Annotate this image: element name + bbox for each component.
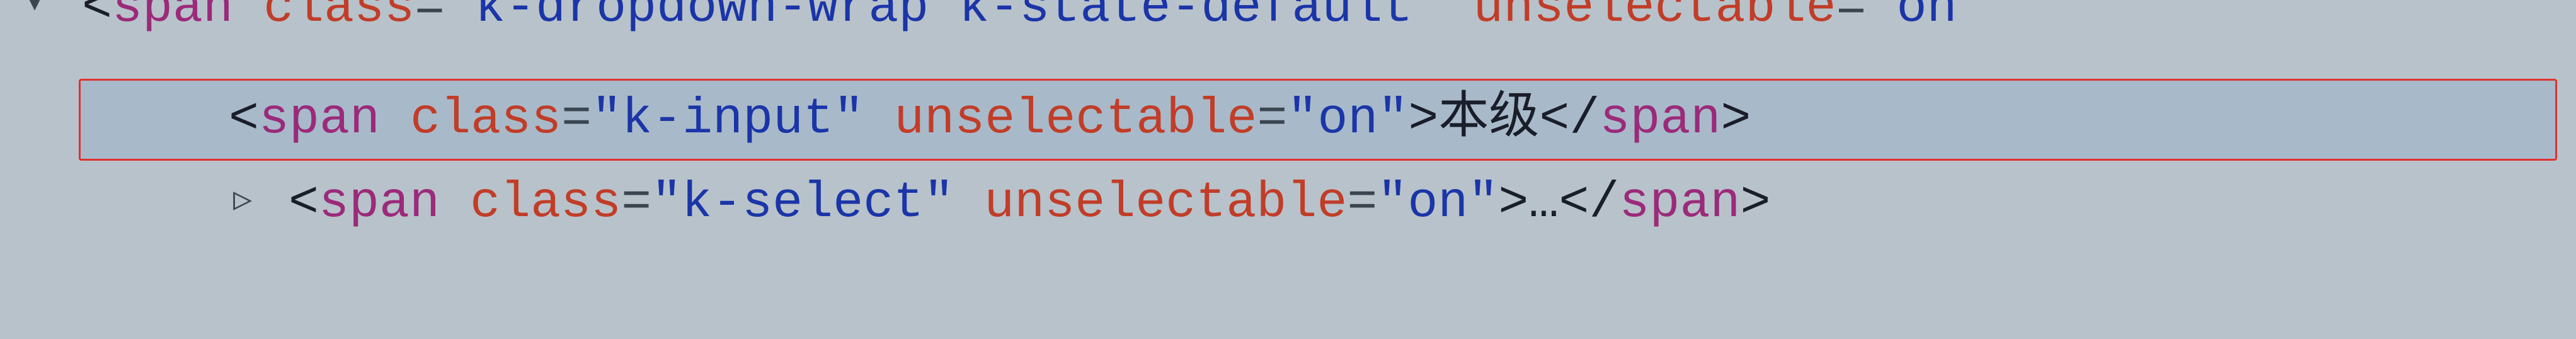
ellipsis-icon[interactable]: … — [1528, 168, 1559, 239]
attr-name: unselectable — [894, 84, 1257, 155]
angle-close: > — [1720, 84, 1751, 155]
equals: = — [621, 168, 651, 239]
html-tag-close: span — [1600, 84, 1720, 155]
code-line-parent[interactable]: ▾ <span class="k-dropdown-wrap k-state-d… — [19, 0, 2576, 44]
expand-arrow-icon[interactable]: ▷ — [227, 180, 258, 224]
html-tag-close: span — [1619, 168, 1740, 239]
html-tag: span — [259, 84, 380, 155]
equals: = — [561, 84, 592, 155]
attr-val: "k-select" — [651, 168, 954, 239]
attr-name: class — [410, 84, 561, 155]
equals: = — [415, 0, 445, 43]
angle-close: > — [1498, 168, 1528, 239]
equals: = — [1347, 168, 1377, 239]
angle-close: > — [1740, 168, 1770, 239]
devtools-code-panel: ▾ <span class="k-dropdown-wrap k-state-d… — [0, 0, 2576, 239]
angle-open: </ — [1559, 168, 1619, 239]
code-line-selected[interactable]: <span class="k-input" unselectable="on">… — [79, 79, 2557, 161]
attr-name: unselectable — [984, 168, 1347, 239]
code-line-sibling[interactable]: ▷ <span class="k-select" unselectable="o… — [19, 167, 2576, 239]
html-tag: span — [112, 0, 233, 43]
attr-val: "k-input" — [592, 84, 864, 155]
angle-open: < — [289, 168, 319, 239]
angle-open: < — [229, 84, 259, 155]
attr-val: "on" — [1287, 84, 1408, 155]
collapse-arrow-icon[interactable]: ▾ — [19, 0, 50, 27]
html-tag: span — [319, 168, 440, 239]
equals: = — [1836, 0, 1867, 43]
attr-name: class — [470, 168, 621, 239]
attr-name: class — [263, 0, 415, 43]
attr-val-partial: "on — [1867, 0, 1957, 43]
angle-close: > — [1408, 84, 1438, 155]
attr-val: "k-dropdown-wrap k-state-default" — [445, 0, 1443, 43]
angle-open: < — [82, 0, 112, 43]
attr-val: "on" — [1377, 168, 1498, 239]
equals: = — [1257, 84, 1287, 155]
text-content: 本级 — [1438, 84, 1539, 155]
angle-open: </ — [1539, 84, 1600, 155]
attr-name: unselectable — [1473, 0, 1836, 43]
